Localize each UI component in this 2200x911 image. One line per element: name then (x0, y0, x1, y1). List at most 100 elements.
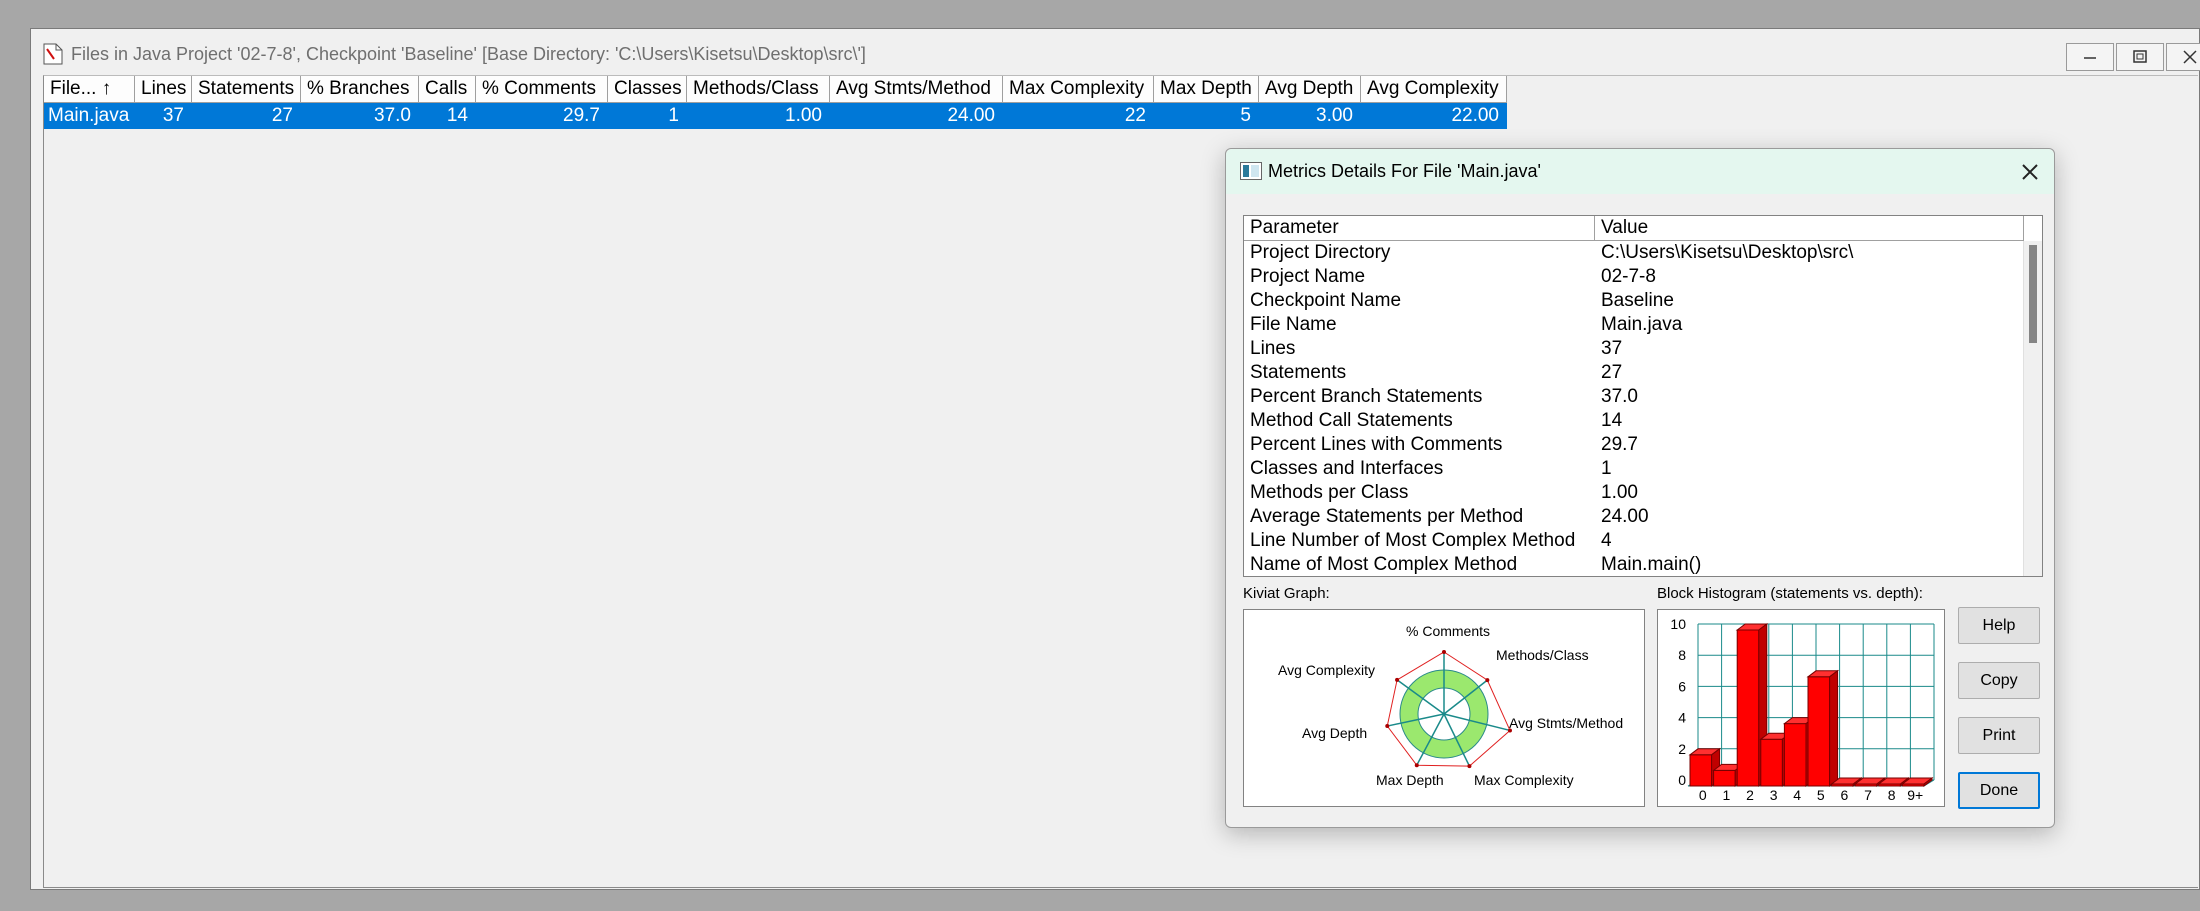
close-window-button[interactable] (2166, 43, 2200, 71)
scroll-thumb[interactable] (2029, 245, 2037, 343)
column-header-calls[interactable]: Calls (419, 76, 476, 103)
kiviat-chart: % Comments Methods/Class Avg Stmts/Method M… (1278, 623, 1623, 788)
parameter-name: Average Statements per Method (1250, 506, 1524, 527)
table-row[interactable]: Main.java 37 27 37.0 14 29.7 1 1.00 24.0… (44, 103, 1507, 129)
parameter-name: Percent Lines with Comments (1250, 434, 1503, 455)
parameter-name: Methods per Class (1250, 482, 1409, 503)
cell-lines: 37 (162, 105, 184, 126)
cell-max-depth: 5 (1240, 105, 1251, 126)
histogram-bar (1783, 723, 1807, 787)
y-tick-label: 0 (1678, 772, 1686, 788)
table-row[interactable]: File Name Main.java (1244, 313, 2024, 337)
column-header-statements[interactable]: Statements (192, 76, 301, 103)
table-row[interactable]: Statements 27 (1244, 361, 2024, 385)
x-tick-label: 6 (1841, 787, 1849, 803)
column-header-lines[interactable]: Lines (135, 76, 192, 103)
kiviat-point (1395, 677, 1400, 682)
parameter-value: 1.00 (1601, 482, 1638, 503)
column-header-parameter[interactable]: Parameter (1244, 216, 1595, 241)
x-tick-label: 4 (1793, 787, 1801, 803)
parameter-name: Line Number of Most Complex Method (1250, 530, 1576, 551)
column-header-file[interactable]: File... ↑ (44, 76, 135, 103)
parameter-value: 37 (1601, 338, 1623, 359)
parameter-name: Project Directory (1250, 242, 1391, 263)
title-bar: Files in Java Project '02-7-8', Checkpoi… (31, 29, 2200, 73)
table-row[interactable]: Classes and Interfaces 1 (1244, 457, 2024, 481)
x-tick-label: 9+ (1907, 787, 1923, 803)
y-tick-label: 10 (1670, 616, 1686, 632)
kiviat-graph: % Comments Methods/Class Avg Stmts/Method M… (1243, 609, 1645, 807)
close-dialog-icon[interactable] (2018, 160, 2042, 184)
y-tick-label: 2 (1678, 741, 1686, 757)
table-row[interactable]: Line Number of Most Complex Method 4 (1244, 529, 2024, 553)
column-header-methods-class[interactable]: Methods/Class (687, 76, 830, 103)
minimize-button[interactable] (2066, 43, 2114, 71)
parameter-value: C:\Users\Kisetsu\Desktop\src\ (1601, 242, 1854, 263)
cell-methods-class: 1.00 (785, 105, 822, 126)
restore-button[interactable] (2116, 43, 2164, 71)
table-row[interactable]: Percent Branch Statements 37.0 (1244, 385, 2024, 409)
parameter-value: Baseline (1601, 290, 1674, 311)
histogram-label: Block Histogram (statements vs. depth): (1657, 585, 1923, 602)
parameter-value: 1 (1601, 458, 1612, 479)
column-header-classes[interactable]: Classes (608, 76, 687, 103)
cell-max-complexity: 22 (1124, 105, 1146, 126)
parameter-name: Method Call Statements (1250, 410, 1453, 431)
column-header-avg-stmts[interactable]: Avg Stmts/Method (830, 76, 1003, 103)
cell-avg-complexity: 22.00 (1451, 105, 1499, 126)
parameter-rows: Project Directory C:\Users\Kisetsu\Deskto… (1244, 241, 2024, 576)
parameter-name: Percent Branch Statements (1250, 386, 1483, 407)
x-tick-label: 2 (1746, 787, 1754, 803)
vertical-scrollbar[interactable] (2023, 241, 2042, 576)
table-row[interactable]: Project Name 02-7-8 (1244, 265, 2024, 289)
table-row[interactable]: Average Statements per Method 24.00 (1244, 505, 2024, 529)
x-tick-label: 1 (1723, 787, 1731, 803)
done-button[interactable]: Done (1958, 772, 2040, 809)
table-row[interactable]: Methods per Class 1.00 (1244, 481, 2024, 505)
column-header-value[interactable]: Value (1595, 216, 2024, 241)
table-row[interactable]: Percent Lines with Comments 29.7 (1244, 433, 2024, 457)
parameter-name: Classes and Interfaces (1250, 458, 1444, 479)
histogram-chart: 02468100 1 2 3 4 5 6 7 8 9+ (1670, 616, 1935, 803)
parameter-value: 02-7-8 (1601, 266, 1656, 287)
cell-statements: 27 (271, 105, 293, 126)
restore-icon (2133, 50, 2147, 63)
histogram-bar (1736, 629, 1760, 787)
table-row[interactable]: Name of Most Complex Method Main.main() (1244, 553, 2024, 576)
cell-calls: 14 (446, 105, 468, 126)
parameter-value: Main.main() (1601, 554, 1702, 575)
column-header-avg-complexity[interactable]: Avg Complexity (1361, 76, 1507, 103)
kiviat-axis-label: % Comments (1406, 623, 1490, 639)
parameter-table[interactable]: Parameter Value Project Directory C:\User… (1243, 215, 2043, 577)
column-header-branches[interactable]: % Branches (301, 76, 419, 103)
parameter-value: 27 (1601, 362, 1623, 383)
window-title: Files in Java Project '02-7-8', Checkpoi… (71, 44, 866, 64)
column-header-comments[interactable]: % Comments (476, 76, 608, 103)
cell-file: Main.java (48, 105, 130, 126)
x-tick-label: 0 (1699, 787, 1707, 803)
kiviat-label: Kiviat Graph: (1243, 585, 1330, 602)
parameter-name: File Name (1250, 314, 1337, 335)
column-header-max-depth[interactable]: Max Depth (1154, 76, 1259, 103)
table-row[interactable]: Checkpoint Name Baseline (1244, 289, 2024, 313)
parameter-value: 14 (1601, 410, 1623, 431)
x-tick-label: 5 (1817, 787, 1825, 803)
histogram-bar (1807, 676, 1831, 787)
parameter-value: 24.00 (1601, 506, 1649, 527)
y-tick-label: 4 (1678, 710, 1686, 726)
kiviat-axis-label: Avg Depth (1302, 725, 1367, 741)
print-button[interactable]: Print (1958, 717, 2040, 754)
kiviat-axis-label: Max Complexity (1474, 772, 1574, 788)
histogram-bar (1760, 738, 1783, 787)
table-row[interactable]: Project Directory C:\Users\Kisetsu\Deskto… (1244, 241, 2024, 265)
table-row[interactable]: Lines 37 (1244, 337, 2024, 361)
column-header-max-complexity[interactable]: Max Complexity (1003, 76, 1154, 103)
kiviat-axis-label: Max Depth (1376, 772, 1444, 788)
x-tick-label: 7 (1864, 787, 1872, 803)
x-tick-label: 8 (1888, 787, 1896, 803)
column-header-avg-depth[interactable]: Avg Depth (1259, 76, 1361, 103)
copy-button[interactable]: Copy (1958, 662, 2040, 699)
dialog-title: Metrics Details For File 'Main.java' (1268, 161, 1541, 181)
table-row[interactable]: Method Call Statements 14 (1244, 409, 2024, 433)
help-button[interactable]: Help (1958, 607, 2040, 644)
